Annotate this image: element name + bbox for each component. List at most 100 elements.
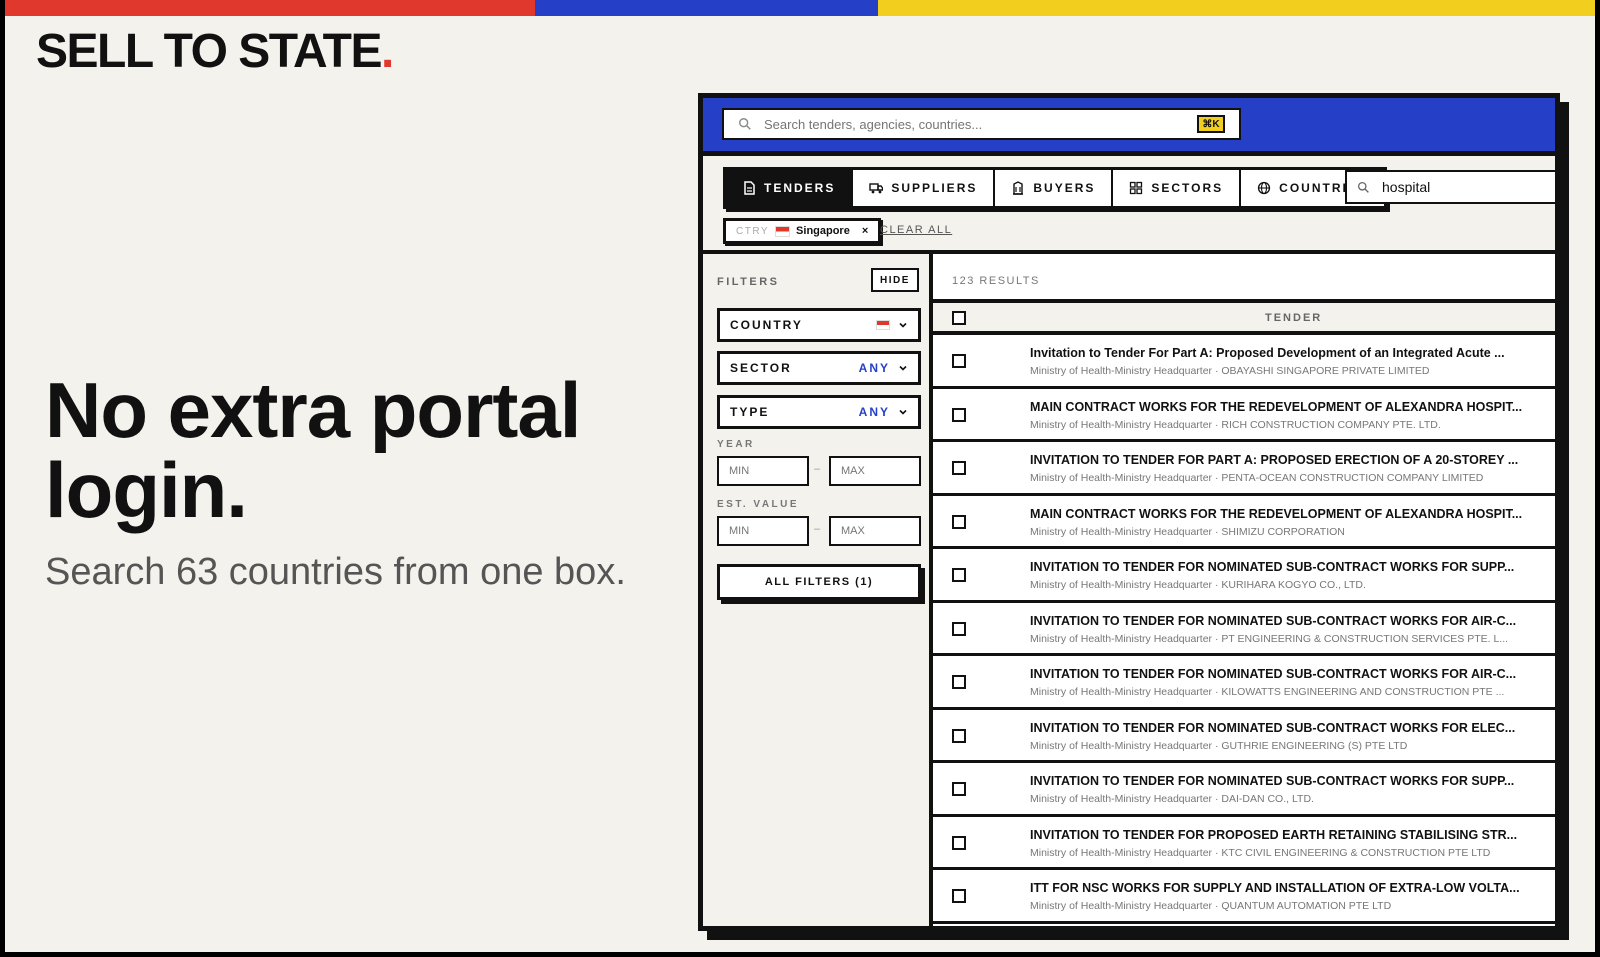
year-label: YEAR <box>717 439 755 450</box>
tender-title[interactable]: INVITATION TO TENDER FOR PROPOSED EARTH … <box>1030 828 1538 842</box>
row-checkbox[interactable] <box>952 461 966 475</box>
stripe-red <box>5 0 535 16</box>
global-search[interactable]: ⌘K <box>722 108 1241 140</box>
query-search[interactable] <box>1345 170 1555 204</box>
tender-title[interactable]: INVITATION TO TENDER FOR NOMINATED SUB-C… <box>1030 774 1538 788</box>
document-icon <box>744 181 755 195</box>
globe-icon <box>1258 181 1271 195</box>
brand-stripe <box>5 0 1595 16</box>
table-row[interactable]: INVITATION TO TENDER FOR PART A: PROPOSE… <box>933 442 1555 496</box>
tender-meta: Ministry of Health-Ministry Headquarter … <box>1030 365 1430 377</box>
filter-chip-key: CTRY <box>736 225 770 237</box>
table-row[interactable]: INVITATION TO TENDER FOR NOMINATED SUB-C… <box>933 549 1555 603</box>
chevron-down-icon <box>899 322 907 328</box>
country-select[interactable]: COUNTRY <box>717 308 921 342</box>
logo: SELL TO STATE. <box>36 24 394 79</box>
hide-filters-button[interactable]: HIDE <box>871 268 919 292</box>
grid-icon <box>1130 181 1143 195</box>
search-icon <box>739 118 751 130</box>
tender-title[interactable]: INVITATION TO TENDER FOR NOMINATED SUB-C… <box>1030 614 1538 628</box>
table-row[interactable]: INVITATION TO TENDER FOR NOMINATED SUB-C… <box>933 656 1555 710</box>
est-value-label: EST. VALUE <box>717 499 800 510</box>
tab-tenders-label: TENDERS <box>764 181 836 195</box>
table-row[interactable]: INVITATION TO TENDER FOR NOMINATED SUB-C… <box>933 763 1555 817</box>
column-header-tender: TENDER <box>1265 312 1323 324</box>
table-row[interactable]: ITT FOR NSC WORKS FOR SUPPLY AND INSTALL… <box>933 870 1555 924</box>
tender-title[interactable]: Invitation to Tender For Part A: Propose… <box>1030 346 1538 360</box>
sector-select-label: SECTOR <box>730 361 792 375</box>
tab-buyers-label: BUYERS <box>1033 181 1096 195</box>
tab-suppliers[interactable]: SUPPLIERS <box>853 170 996 206</box>
table-row[interactable]: INVITATION TO TENDER FOR NOMINATED SUB-C… <box>933 603 1555 656</box>
tender-title[interactable]: ITT FOR NSC WORKS FOR SUPPLY AND INSTALL… <box>1030 881 1538 895</box>
select-all-checkbox[interactable] <box>952 311 966 325</box>
row-checkbox[interactable] <box>952 889 966 903</box>
stripe-yellow <box>878 0 1595 16</box>
stripe-blue <box>535 0 878 16</box>
toolbar: TENDERS SUPPLIERS BUYERS SECTORS COUNTRI… <box>703 151 1555 254</box>
row-checkbox[interactable] <box>952 728 966 743</box>
close-icon[interactable]: × <box>862 225 868 237</box>
table-row[interactable]: Invitation to Tender For Part A: Propose… <box>933 335 1555 389</box>
app-header: ⌘K <box>703 98 1555 151</box>
results-count: 123 RESULTS <box>952 275 1040 287</box>
tender-title[interactable]: INVITATION TO TENDER FOR NOMINATED SUB-C… <box>1030 721 1538 735</box>
clear-all-link[interactable]: CLEAR ALL <box>880 224 952 236</box>
tab-sectors[interactable]: SECTORS <box>1113 170 1242 206</box>
type-select-value: ANY <box>858 405 890 419</box>
tender-meta: Ministry of Health-Ministry Headquarter … <box>1030 472 1484 484</box>
type-select[interactable]: TYPE ANY <box>717 395 921 429</box>
tender-title[interactable]: INVITATION TO TENDER FOR NOMINATED SUB-C… <box>1030 560 1538 574</box>
tender-title[interactable]: MAIN CONTRACT WORKS FOR THE REDEVELOPMEN… <box>1030 507 1538 521</box>
row-checkbox[interactable] <box>952 568 966 582</box>
tender-meta: Ministry of Health-Ministry Headquarter … <box>1030 686 1505 698</box>
row-checkbox[interactable] <box>952 621 966 636</box>
tender-title[interactable]: MAIN CONTRACT WORKS FOR THE REDEVELOPMEN… <box>1030 400 1538 414</box>
logo-text: SELL TO STATE <box>36 25 382 78</box>
table-row[interactable]: MAIN CONTRACT WORKS FOR THE REDEVELOPMEN… <box>933 496 1555 549</box>
tender-meta: Ministry of Health-Ministry Headquarter … <box>1030 525 1345 538</box>
tender-title[interactable]: INVITATION TO TENDER FOR NOMINATED SUB-C… <box>1030 667 1538 681</box>
row-checkbox[interactable] <box>952 354 966 368</box>
tab-sectors-label: SECTORS <box>1151 181 1224 195</box>
filter-chip-country: CTRY Singapore × <box>723 218 882 244</box>
chevron-down-icon <box>899 409 907 415</box>
country-select-label: COUNTRY <box>730 318 803 332</box>
chevron-down-icon <box>899 365 907 371</box>
all-filters-button[interactable]: ALL FILTERS (1) <box>717 564 921 600</box>
singapore-flag-icon <box>775 225 791 237</box>
tender-title[interactable]: INVITATION TO TENDER FOR PART A: PROPOSE… <box>1030 453 1538 467</box>
global-search-input[interactable] <box>762 115 1197 133</box>
tab-tenders[interactable]: TENDERS <box>726 170 854 206</box>
type-select-label: TYPE <box>730 405 770 419</box>
building-icon <box>1013 181 1024 195</box>
query-input[interactable] <box>1380 178 1534 196</box>
row-checkbox[interactable] <box>952 407 966 422</box>
shortcut-badge: ⌘K <box>1197 115 1225 133</box>
tender-meta: Ministry of Health-Ministry Headquarter … <box>1030 846 1491 859</box>
table-row[interactable]: MAIN CONTRACT WORKS FOR THE REDEVELOPMEN… <box>933 389 1555 442</box>
filters-heading: FILTERS <box>717 276 780 288</box>
row-checkbox[interactable] <box>952 782 966 796</box>
tender-meta: Ministry of Health-Ministry Headquarter … <box>1030 793 1314 805</box>
row-checkbox[interactable] <box>952 675 966 689</box>
results-panel: 123 RESULTS TENDER Invitation to Tender … <box>933 254 1555 926</box>
est-value-max-input[interactable] <box>829 516 921 546</box>
row-checkbox[interactable] <box>952 835 966 850</box>
sector-select-value: ANY <box>858 361 890 375</box>
row-checkbox[interactable] <box>952 514 966 529</box>
year-max-input[interactable] <box>829 456 921 486</box>
truck-icon <box>869 183 884 194</box>
tender-meta: Ministry of Health-Ministry Headquarter … <box>1030 632 1509 645</box>
tender-meta: Ministry of Health-Ministry Headquarter … <box>1030 418 1441 431</box>
table-header: TENDER <box>933 299 1555 335</box>
hero-subtitle: Search 63 countries from one box. <box>45 551 626 593</box>
tab-buyers[interactable]: BUYERS <box>995 170 1114 206</box>
est-value-min-input[interactable] <box>717 516 809 546</box>
tender-meta: Ministry of Health-Ministry Headquarter … <box>1030 739 1408 752</box>
table-row[interactable]: INVITATION TO TENDER FOR NOMINATED SUB-C… <box>933 710 1555 763</box>
sector-select[interactable]: SECTOR ANY <box>717 351 921 385</box>
year-min-input[interactable] <box>717 456 809 486</box>
table-row[interactable]: INVITATION TO TENDER FOR PROPOSED EARTH … <box>933 817 1555 870</box>
range-separator: – <box>814 523 821 535</box>
